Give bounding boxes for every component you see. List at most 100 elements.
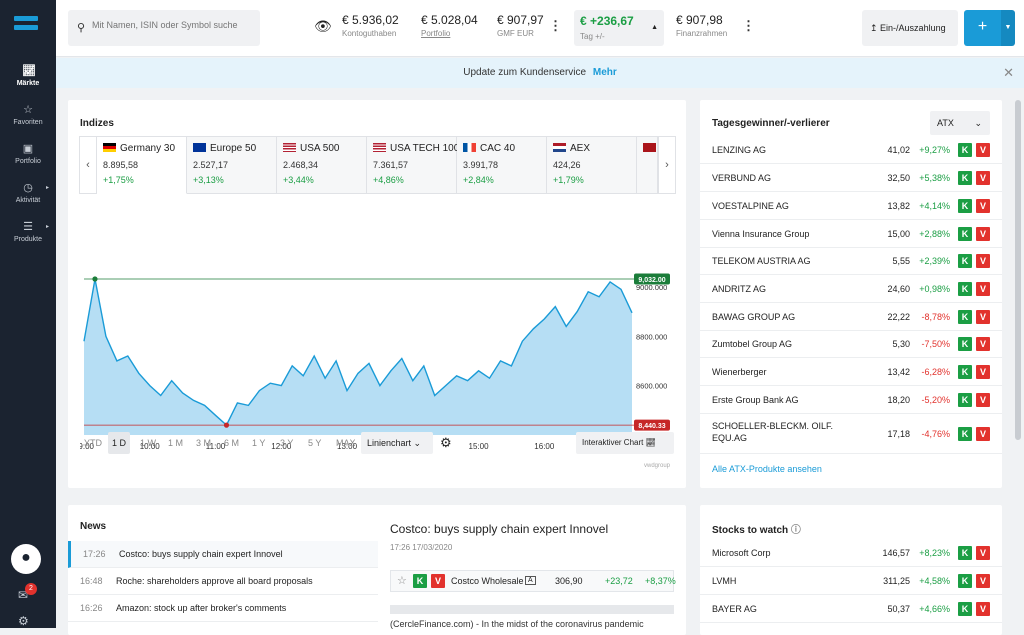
mover-row[interactable]: VERBUND AG 32,50 +5,38% K V [700,164,1002,192]
tab-germany-30[interactable]: Germany 30 8.895,58 +1,75% [97,136,187,194]
buy-button[interactable]: K [958,602,972,616]
mover-row[interactable]: Vienna Insurance Group 15,00 +2,88% K V [700,220,1002,248]
mover-row[interactable]: Wienerberger 13,42 -6,28% K V [700,358,1002,386]
balance-portfolio[interactable]: € 5.028,04 Portfolio [421,13,478,38]
gear-icon[interactable]: ⚙ [18,614,29,628]
page-scrollbar[interactable] [1015,100,1021,440]
avatar[interactable]: ● [11,544,41,574]
tab-usa-500[interactable]: USA 500 2.468,34 +3,44% [277,136,367,194]
mover-row[interactable]: SCHOELLER-BLECKM. OILF. EQU.AG 17,18 -4,76%… [700,414,1002,454]
tab-europe-50[interactable]: Europe 50 2.527,17 +3,13% [187,136,277,194]
mover-row[interactable]: VOESTALPINE AG 13,82 +4,14% K V [700,192,1002,220]
more-options-icon[interactable]: ⋮ [742,18,755,34]
deposit-withdraw-button[interactable]: ↥ Ein-/Auszahlung [862,10,958,46]
watch-row[interactable]: Microsoft Corp 146,57 +8,23% K V [700,539,1002,567]
timeframe-ytd[interactable]: YTD [80,432,106,454]
tab-usa-tech-100[interactable]: USA TECH 100 7.361,57 +4,86% [367,136,459,194]
buy-button[interactable]: K [958,337,972,351]
sidebar-item-aktivitaet[interactable]: ◷ Aktivität ▸ [0,182,56,204]
horizontal-scrollbar[interactable] [390,605,674,614]
plus-button[interactable]: + [964,10,1001,46]
watch-row[interactable]: BAYER AG 50,37 +4,66% K V [700,595,1002,623]
buy-button[interactable]: K [958,574,972,588]
sell-button[interactable]: V [976,602,990,616]
news-item[interactable]: 16:48 Roche: shareholders approve all bo… [68,568,378,595]
sell-button[interactable]: V [976,227,990,241]
sell-button[interactable]: V [976,546,990,560]
sell-button[interactable]: V [976,171,990,185]
menu-logo-icon[interactable] [14,16,38,36]
buy-button[interactable]: K [958,310,972,324]
chevron-right-icon[interactable]: › [658,136,676,194]
timeframe-max[interactable]: MAX [332,432,360,454]
settings-gear-icon[interactable]: ⚙ [440,435,452,451]
close-icon[interactable]: ✕ [1003,58,1014,88]
index-select[interactable]: ATX ⌄ [930,111,990,135]
day-change-box[interactable]: € +236,67 Tag +/- ▲ [574,10,664,46]
eye-icon[interactable]: 👁︎ [314,18,332,35]
article-stock-row[interactable]: ☆ K V Costco Wholesale A 306,90 +23,72 +… [390,570,676,592]
all-atx-link[interactable]: Alle ATX-Produkte ansehen [712,464,822,474]
sell-button[interactable]: V [976,337,990,351]
sell-button[interactable]: V [976,143,990,157]
sell-button[interactable]: V [976,254,990,268]
buy-button[interactable]: K [958,199,972,213]
tab-aex[interactable]: AEX 424,26 +1,79% [547,136,637,194]
buy-button[interactable]: K [958,227,972,241]
news-item[interactable]: 16:26 Amazon: stock up after broker's co… [68,595,378,622]
chart-type-select[interactable]: Linienchart ⌄ [361,432,433,454]
help-icon[interactable]: ⓘ [791,525,801,536]
buy-button[interactable]: K [958,254,972,268]
sell-button[interactable]: V [431,574,445,588]
mover-row[interactable]: Erste Group Bank AG 18,20 -5,20% K V [700,386,1002,414]
sell-button[interactable]: V [976,427,990,441]
buy-button[interactable]: K [958,393,972,407]
chevron-down-icon[interactable]: ▼ [1001,10,1015,46]
more-options-icon[interactable]: ⋮ [549,18,562,34]
portfolio-link[interactable]: Portfolio [421,29,478,38]
stock-price: 24,60 [887,284,910,294]
sell-button[interactable]: V [976,199,990,213]
mover-row[interactable]: TELEKOM AUSTRIA AG 5,55 +2,39% K V [700,247,1002,275]
buy-button[interactable]: K [958,427,972,441]
banner-link[interactable]: Mehr [593,67,617,78]
watch-row[interactable]: LVMH 311,25 +4,58% K V [700,567,1002,595]
timeframe-3m[interactable]: 3 M [192,432,215,454]
timeframe-1d[interactable]: 1 D [108,432,131,454]
search-input[interactable] [92,20,257,30]
buy-button[interactable]: K [958,143,972,157]
timeframe-1y[interactable]: 1 Y [248,432,269,454]
buy-button[interactable]: K [958,365,972,379]
mover-row[interactable]: Zumtobel Group AG 5,30 -7,50% K V [700,330,1002,358]
tab-cac-40[interactable]: CAC 40 3.991,78 +2,84% [457,136,547,194]
mover-row[interactable]: ANDRITZ AG 24,60 +0,98% K V [700,275,1002,303]
timeframe-3y[interactable]: 3 Y [276,432,297,454]
timeframe-5y[interactable]: 5 Y [304,432,325,454]
timeframe-1w[interactable]: 1 W [136,432,160,454]
timeframe-1m[interactable]: 1 M [164,432,187,454]
sidebar-item-favoriten[interactable]: ☆ Favoriten [0,104,56,126]
tab-partial[interactable] [637,136,658,194]
timeframe-6m[interactable]: 6 M [220,432,243,454]
star-icon[interactable]: ☆ [397,574,407,587]
sidebar-item-maerkte[interactable]: 📈︎ Märkte [0,65,56,87]
search-box[interactable]: ⚲ [68,10,260,46]
mover-row[interactable]: BAWAG GROUP AG 22,22 -8,78% K V [700,303,1002,331]
stock-price: 5,55 [892,256,910,266]
sell-button[interactable]: V [976,393,990,407]
interactive-chart-button[interactable]: Interaktiver Chart 📈︎ [576,432,674,454]
sell-button[interactable]: V [976,310,990,324]
mover-row[interactable]: LENZING AG 41,02 +9,27% K V [700,136,1002,164]
sidebar-item-produkte[interactable]: ☰ Produkte ▸ [0,221,56,243]
sell-button[interactable]: V [976,365,990,379]
chevron-left-icon[interactable]: ‹ [79,136,97,194]
sell-button[interactable]: V [976,282,990,296]
buy-button[interactable]: K [958,546,972,560]
news-item[interactable]: 17:26 Costco: buys supply chain expert I… [68,541,378,568]
buy-button[interactable]: K [413,574,427,588]
buy-button[interactable]: K [958,171,972,185]
sell-button[interactable]: V [976,574,990,588]
sidebar-item-portfolio[interactable]: ▣ Portfolio [0,143,56,165]
index-chart[interactable]: 9,032.008,440.33 09:0010:0011:0012:0013:… [80,218,674,518]
buy-button[interactable]: K [958,282,972,296]
